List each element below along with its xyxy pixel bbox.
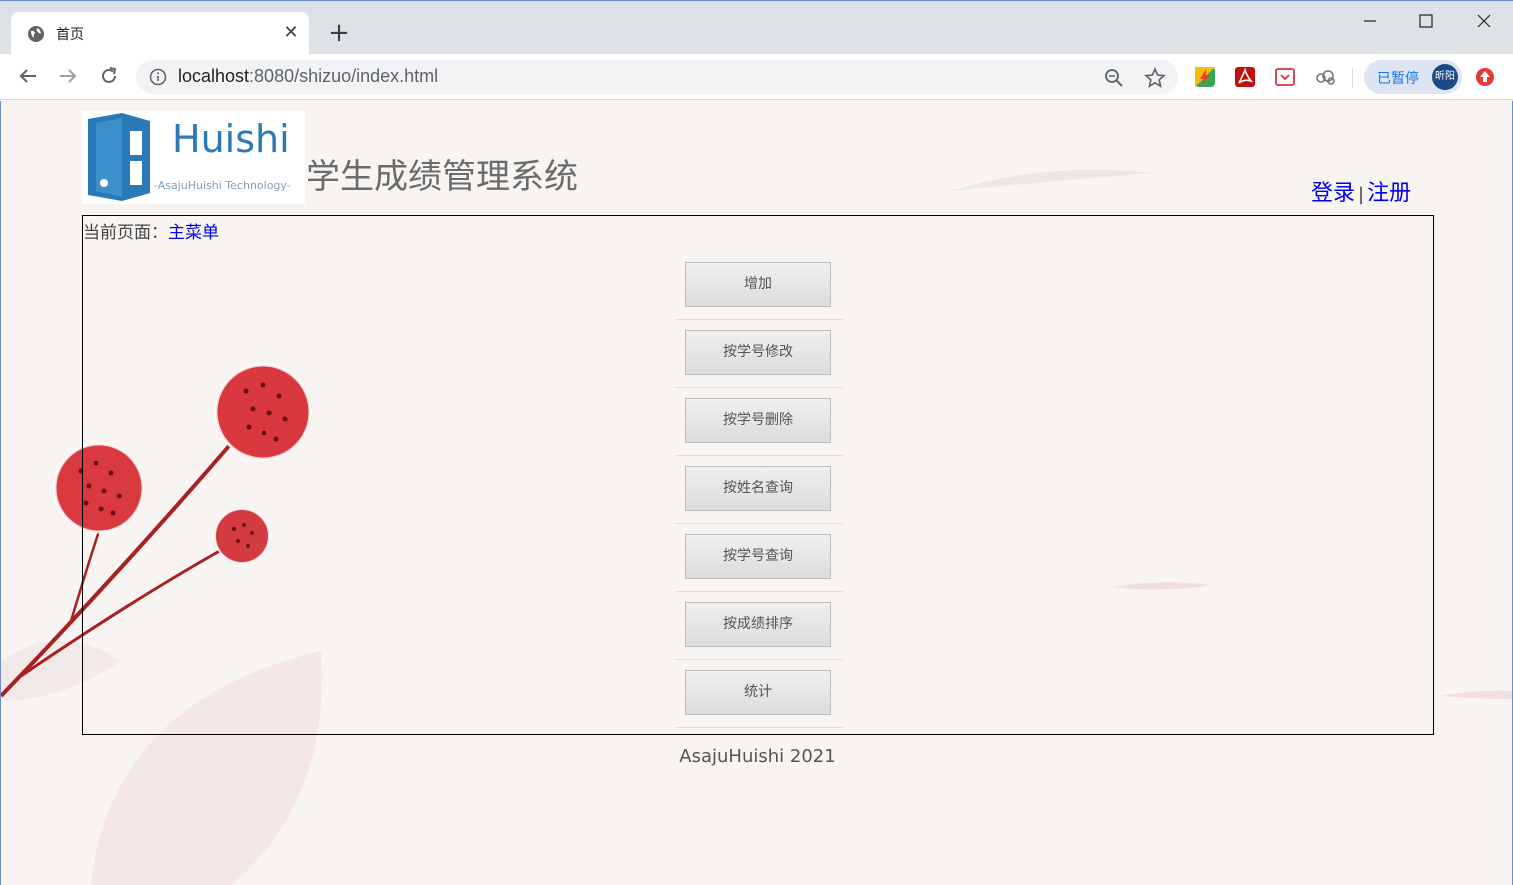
url-host: localhost (178, 66, 250, 86)
site-logo: Huishi -AsajuHuishi Technology- (82, 111, 305, 204)
statistics-button[interactable]: 统计 (685, 670, 831, 715)
extension-cloud-icon[interactable] (1313, 65, 1337, 89)
breadcrumb-current-link[interactable]: 主菜单 (168, 223, 219, 243)
page-title: 学生成绩管理系统 (306, 157, 578, 197)
minimize-icon[interactable] (1358, 9, 1382, 33)
forward-arrow-icon[interactable] (56, 64, 80, 88)
menu-item: 增加 (675, 252, 843, 320)
web-page: Huishi -AsajuHuishi Technology- 学生成绩管理系统… (0, 101, 1513, 885)
modify-by-id-button[interactable]: 按学号修改 (685, 330, 831, 375)
register-link[interactable]: 注册 (1367, 181, 1411, 206)
auth-links: 登录 | 注册 (1311, 175, 1411, 207)
zoom-out-icon[interactable] (1104, 68, 1124, 88)
profile-status: 已暂停 (1377, 71, 1419, 87)
address-bar[interactable]: localhost:8080/shizuo/index.html (136, 60, 1178, 94)
delete-by-id-button[interactable]: 按学号删除 (685, 398, 831, 443)
add-button[interactable]: 增加 (685, 262, 831, 307)
url-path: :8080/shizuo/index.html (249, 66, 439, 86)
bookmark-star-icon[interactable] (1144, 67, 1166, 89)
browser-toolbar: localhost:8080/shizuo/index.html 已暂停 昕阳 (0, 54, 1513, 100)
main-menu: 增加 按学号修改 按学号删除 按姓名查询 按学号查询 按成绩排序 统计 (675, 252, 843, 728)
profile-avatar: 昕阳 (1432, 64, 1458, 90)
update-arrow-icon[interactable] (1474, 66, 1496, 88)
query-by-id-button[interactable]: 按学号查询 (685, 534, 831, 579)
extension-pdf-icon[interactable] (1233, 65, 1257, 89)
tab-title: 首页 (56, 27, 84, 43)
profile-chip[interactable]: 已暂停 昕阳 (1364, 60, 1462, 94)
extension-lightning-icon[interactable] (1193, 65, 1217, 89)
browser-tab-bar: 首页 ✕ + (0, 0, 1513, 55)
logo-brand: Huishi (172, 117, 290, 161)
info-icon[interactable] (149, 68, 167, 86)
menu-item: 按学号删除 (675, 388, 843, 456)
reload-icon[interactable] (97, 64, 121, 88)
menu-item: 按学号修改 (675, 320, 843, 388)
menu-item: 按成绩排序 (675, 592, 843, 660)
new-tab-icon[interactable]: + (326, 20, 352, 46)
menu-item: 按学号查询 (675, 524, 843, 592)
back-arrow-icon[interactable] (16, 64, 40, 88)
toolbar-separator (1352, 68, 1353, 88)
globe-icon (28, 26, 44, 42)
window-close-icon[interactable] (1472, 9, 1496, 33)
query-by-name-button[interactable]: 按姓名查询 (685, 466, 831, 511)
extension-pocket-icon[interactable] (1273, 65, 1297, 89)
maximize-icon[interactable] (1414, 9, 1438, 33)
url-text[interactable]: localhost:8080/shizuo/index.html (178, 66, 438, 87)
menu-item: 统计 (675, 660, 843, 728)
breadcrumb-prefix: 当前页面： (83, 223, 168, 243)
sort-by-score-button[interactable]: 按成绩排序 (685, 602, 831, 647)
auth-separator: | (1358, 184, 1365, 205)
breadcrumb: 当前页面：主菜单 (83, 218, 219, 243)
browser-tab[interactable]: 首页 ✕ (11, 12, 309, 55)
main-panel: 当前页面：主菜单 增加 按学号修改 按学号删除 按姓名查询 按学号查询 按成绩排… (82, 215, 1434, 735)
tab-close-icon[interactable]: ✕ (281, 23, 301, 43)
login-link[interactable]: 登录 (1311, 181, 1355, 206)
logo-tagline: -AsajuHuishi Technology- (154, 179, 291, 192)
menu-item: 按姓名查询 (675, 456, 843, 524)
footer-text: AsajuHuishi 2021 (679, 746, 836, 767)
